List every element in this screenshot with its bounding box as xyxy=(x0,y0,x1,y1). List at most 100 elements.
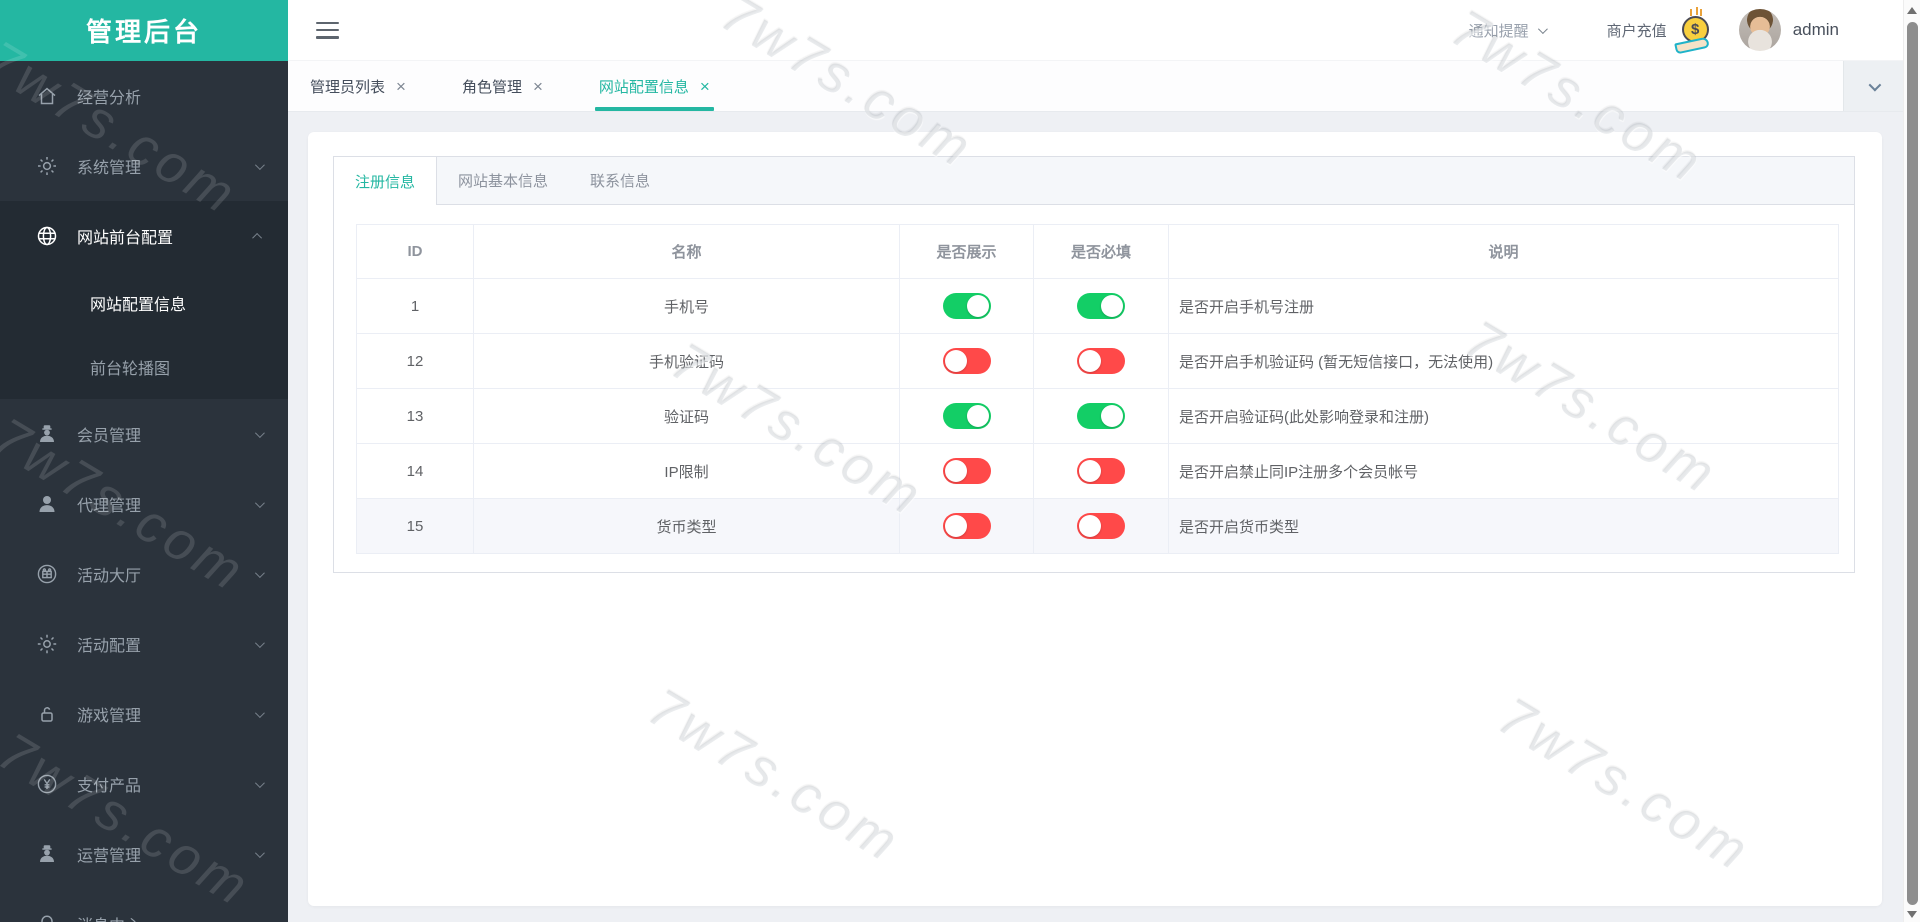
table-row-4: 15 货币类型 是否开启货币类型 xyxy=(356,498,1839,554)
sidebar-item-5[interactable]: 活动大厅 xyxy=(0,539,288,609)
content-area: 注册信息 网站基本信息 联系信息 ID 名称 是否展示 是否必填 说明 1 手机号 是否开启手机… xyxy=(288,112,1903,922)
chevron-down-icon xyxy=(254,917,265,922)
close-icon[interactable]: × xyxy=(396,78,406,95)
chevron-down-icon xyxy=(254,707,265,718)
notifications-dropdown[interactable]: 通知提醒 xyxy=(1468,20,1548,41)
page-tab-0[interactable]: 管理员列表 × xyxy=(306,61,410,111)
cell-desc: 是否开启禁止同IP注册多个会员帐号 xyxy=(1168,443,1839,499)
member-icon xyxy=(34,421,60,447)
close-icon[interactable]: × xyxy=(700,78,710,95)
table-row-2: 13 验证码 是否开启验证码(此处影响登录和注册) xyxy=(356,388,1839,444)
sidebar-item-4[interactable]: 代理管理 xyxy=(0,469,288,539)
settings-tab-0[interactable]: 注册信息 xyxy=(334,157,438,205)
scroll-down-arrow-icon[interactable] xyxy=(1907,911,1917,918)
toggle-show[interactable] xyxy=(942,293,991,319)
sidebar-item-label: 网站前台配置 xyxy=(77,230,174,247)
tabs-dropdown-button[interactable] xyxy=(1843,61,1903,111)
toggle-show[interactable] xyxy=(942,458,991,484)
sidebar-item-label: 活动配置 xyxy=(77,638,142,655)
gift-icon xyxy=(34,561,60,587)
table-row-1: 12 手机验证码 是否开启手机验证码 (暂无短信接口，无法使用) xyxy=(356,333,1839,389)
avatar[interactable] xyxy=(1738,9,1781,51)
cog-icon xyxy=(34,631,60,657)
scrollbar-thumb[interactable] xyxy=(1907,22,1918,905)
cell-name: 手机号 xyxy=(473,278,900,334)
settings-tab-1[interactable]: 网站基本信息 xyxy=(437,157,569,204)
sidebar-item-label: 游戏管理 xyxy=(77,708,142,725)
column-header-3: 是否必填 xyxy=(1033,224,1169,279)
username[interactable]: admin xyxy=(1793,20,1839,40)
toggle-show[interactable] xyxy=(942,513,991,539)
sidebar-item-9[interactable]: 运营管理 xyxy=(0,819,288,889)
sidebar-item-1[interactable]: 系统管理 xyxy=(0,131,288,201)
page-tabbar: 管理员列表 × 角色管理 × 网站配置信息 × xyxy=(288,61,1903,112)
home-icon xyxy=(34,83,60,109)
cell-name: 手机验证码 xyxy=(473,333,900,389)
table-row-0: 1 手机号 是否开启手机号注册 xyxy=(356,278,1839,334)
yen-icon xyxy=(34,771,60,797)
sidebar-menu: 经营分析系统管理网站前台配置网站配置信息 前台轮播图会员管理代理管理活动大厅活动配… xyxy=(0,61,288,922)
sidebar-item-0[interactable]: 经营分析 xyxy=(0,61,288,131)
sidebar-item-8[interactable]: 支付产品 xyxy=(0,749,288,819)
sidebar: 管理后台 经营分析系统管理网站前台配置网站配置信息 前台轮播图会员管理代理管理活动… xyxy=(0,0,288,922)
cell-required xyxy=(1033,388,1169,444)
bell-icon xyxy=(34,911,60,922)
sidebar-item-label: 活动大厅 xyxy=(77,568,142,585)
sidebar-item-label: 经营分析 xyxy=(77,90,142,107)
settings-card: 注册信息 网站基本信息 联系信息 ID 名称 是否展示 是否必填 说明 1 手机号 是否开启手机… xyxy=(333,156,1855,573)
sidebar-item-7[interactable]: 游戏管理 xyxy=(0,679,288,749)
sidebar-subitem-1[interactable]: 前台轮播图 xyxy=(0,335,288,399)
sidebar-item-6[interactable]: 活动配置 xyxy=(0,609,288,679)
sidebar-item-2[interactable]: 网站前台配置 xyxy=(0,201,288,271)
toggle-show[interactable] xyxy=(942,348,991,374)
page-tab-2[interactable]: 网站配置信息 × xyxy=(594,61,714,111)
cell-show xyxy=(899,333,1034,389)
chevron-down-icon xyxy=(254,567,265,578)
app-title: 管理后台 xyxy=(0,0,288,61)
settings-tab-2[interactable]: 联系信息 xyxy=(569,157,671,204)
sidebar-item-3[interactable]: 会员管理 xyxy=(0,399,288,469)
cell-desc: 是否开启手机验证码 (暂无短信接口，无法使用) xyxy=(1168,333,1839,389)
page-tab-1[interactable]: 角色管理 × xyxy=(458,61,547,111)
cell-id: 13 xyxy=(356,388,474,444)
settings-table-wrap: ID 名称 是否展示 是否必填 说明 1 手机号 是否开启手机号注册 12 手机验证码 是否开启手… xyxy=(356,224,1839,554)
cell-name: 验证码 xyxy=(473,388,900,444)
page-tab-label: 网站配置信息 xyxy=(598,78,689,96)
toggle-required[interactable] xyxy=(1077,403,1125,429)
column-header-1: 名称 xyxy=(473,224,900,279)
cell-id: 12 xyxy=(356,333,474,389)
cell-show xyxy=(899,388,1034,444)
column-header-2: 是否展示 xyxy=(899,224,1034,279)
merchant-recharge-button[interactable]: 商户充值 $ xyxy=(1606,7,1715,55)
cell-show xyxy=(899,498,1034,554)
chevron-down-icon xyxy=(254,637,265,648)
sidebar-item-label: 运营管理 xyxy=(77,848,142,865)
toggle-required[interactable] xyxy=(1077,458,1125,484)
chevron-down-icon xyxy=(254,777,265,788)
content-pane: 注册信息 网站基本信息 联系信息 ID 名称 是否展示 是否必填 说明 1 手机号 是否开启手机… xyxy=(308,132,1882,906)
sidebar-group: 网站前台配置网站配置信息 前台轮播图 xyxy=(0,201,288,399)
page-tab-label: 管理员列表 xyxy=(310,78,386,96)
sidebar-subitem-0[interactable]: 网站配置信息 xyxy=(0,271,288,335)
sidebar-item-label: 会员管理 xyxy=(77,428,142,445)
cell-show xyxy=(899,278,1034,334)
sidebar-item-10[interactable]: 消息中心 xyxy=(0,889,288,922)
close-icon[interactable]: × xyxy=(533,78,543,95)
toggle-required[interactable] xyxy=(1077,293,1125,319)
settings-tab-label: 联系信息 xyxy=(590,173,651,190)
toggle-show[interactable] xyxy=(942,403,991,429)
sidebar-item-label: 代理管理 xyxy=(77,498,142,515)
chevron-down-icon xyxy=(254,427,265,438)
hamburger-menu-icon[interactable] xyxy=(316,21,339,39)
coin-hand-icon: $ xyxy=(1673,7,1715,55)
cell-id: 14 xyxy=(356,443,474,499)
toggle-required[interactable] xyxy=(1077,513,1125,539)
gear-icon xyxy=(34,153,60,179)
notifications-label: 通知提醒 xyxy=(1468,22,1529,40)
merchant-recharge-label: 商户充值 xyxy=(1606,22,1667,40)
scroll-up-arrow-icon[interactable] xyxy=(1907,7,1917,14)
table-header-row: ID 名称 是否展示 是否必填 说明 xyxy=(356,224,1839,279)
cell-id: 1 xyxy=(356,278,474,334)
column-header-0: ID xyxy=(356,224,474,279)
toggle-required[interactable] xyxy=(1077,348,1125,374)
